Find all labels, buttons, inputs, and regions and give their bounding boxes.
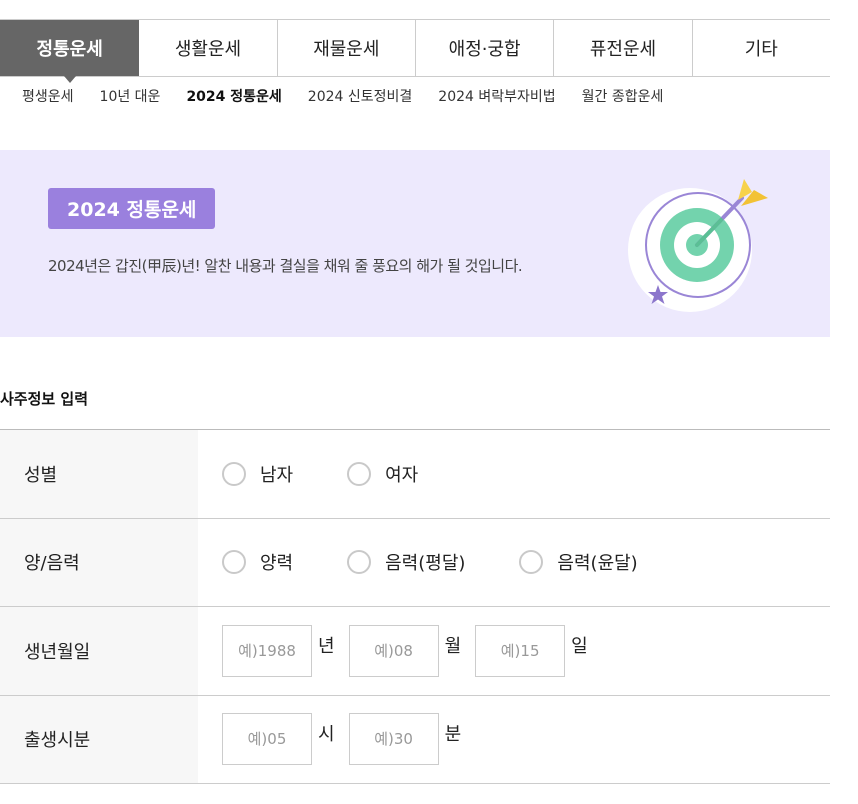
gender-male-radio[interactable]: 남자 [222, 461, 293, 487]
year-unit: 년 [318, 635, 335, 657]
calendar-row: 양/음력 양력 음력(평달) 음력(윤달) [0, 518, 830, 607]
calendar-label: 양/음력 [0, 518, 198, 606]
sub-navigation: 평생운세 10년 대운 2024 정통운세 2024 신토정비결 2024 벼락… [22, 86, 689, 106]
calendar-lunar-leap-radio[interactable]: 음력(윤달) [519, 549, 638, 575]
tab-wealth[interactable]: 재물운세 [277, 20, 416, 76]
birthtime-row: 출생시분 시 분 [0, 695, 830, 784]
radio-label: 여자 [385, 464, 419, 486]
birth-day-input[interactable] [475, 624, 566, 677]
birthdate-label: 생년월일 [0, 607, 198, 695]
tab-life[interactable]: 생활운세 [139, 20, 278, 76]
birth-year-input[interactable] [222, 624, 312, 677]
birth-minute-input[interactable] [348, 713, 439, 766]
month-unit: 월 [444, 635, 462, 657]
target-arrow-icon [628, 179, 768, 312]
hero-banner: 2024 정통운세 2024년은 갑진(甲辰)년! 알찬 내용과 결실을 채워 … [0, 150, 830, 337]
subnav-2024-rich[interactable]: 2024 벼락부자비법 [438, 86, 555, 106]
birthtime-field: 시 분 [198, 696, 830, 784]
calendar-solar-radio[interactable]: 양력 [222, 549, 293, 575]
main-tabs: 정통운세 생활운세 재물운세 애정·궁합 퓨전운세 기타 [0, 19, 830, 83]
subnav-monthly[interactable]: 월간 종합운세 [582, 86, 664, 106]
tab-jeongtong[interactable]: 정통운세 [0, 20, 140, 83]
tab-fusion[interactable]: 퓨전운세 [554, 20, 693, 76]
calendar-lunar-radio[interactable]: 음력(평달) [347, 549, 465, 575]
banner-description: 2024년은 갑진(甲辰)년! 알찬 내용과 결실을 채워 줄 풍요의 해가 될… [48, 257, 523, 275]
radio-label: 남자 [260, 464, 294, 486]
birthdate-field: 년 월 일 [198, 607, 830, 695]
gender-label: 성별 [0, 430, 198, 518]
radio-label: 음력(윤달) [557, 553, 638, 575]
subnav-2024-tojeong[interactable]: 2024 신토정비결 [308, 86, 412, 106]
tab-etc[interactable]: 기타 [692, 20, 830, 76]
gender-row: 성별 남자 여자 [0, 430, 830, 519]
radio-label: 음력(평달) [385, 553, 466, 575]
section-title: 사주정보 입력 [0, 390, 89, 408]
banner-title-badge: 2024 정통운세 [48, 188, 216, 229]
radio-circle-icon[interactable] [347, 461, 372, 486]
subnav-2024-jeongtong[interactable]: 2024 정통운세 [186, 86, 281, 106]
birthdate-row: 생년월일 년 월 일 [0, 607, 830, 696]
subnav-10year[interactable]: 10년 대운 [100, 86, 161, 106]
gender-field: 남자 여자 [198, 430, 830, 518]
birthtime-label: 출생시분 [0, 695, 198, 783]
day-unit: 일 [571, 635, 588, 657]
saju-form: 성별 남자 여자 양/음력 양력 음력(평달) 음력(윤달) 생년월일 예)19… [0, 429, 830, 784]
calendar-field: 양력 음력(평달) 음력(윤달) [198, 519, 830, 607]
radio-circle-icon[interactable] [519, 550, 544, 575]
hour-unit: 시 [318, 724, 335, 746]
birth-month-input[interactable] [348, 624, 439, 677]
tab-love[interactable]: 애정·궁합 [415, 20, 555, 76]
radio-circle-icon[interactable] [222, 550, 246, 575]
birth-hour-input[interactable] [222, 713, 312, 766]
minute-unit: 분 [444, 724, 462, 746]
radio-label: 양력 [260, 553, 294, 575]
gender-female-radio[interactable]: 여자 [347, 461, 418, 487]
radio-circle-icon[interactable] [347, 550, 372, 575]
subnav-lifetime[interactable]: 평생운세 [22, 86, 74, 106]
radio-circle-icon[interactable] [222, 461, 246, 486]
